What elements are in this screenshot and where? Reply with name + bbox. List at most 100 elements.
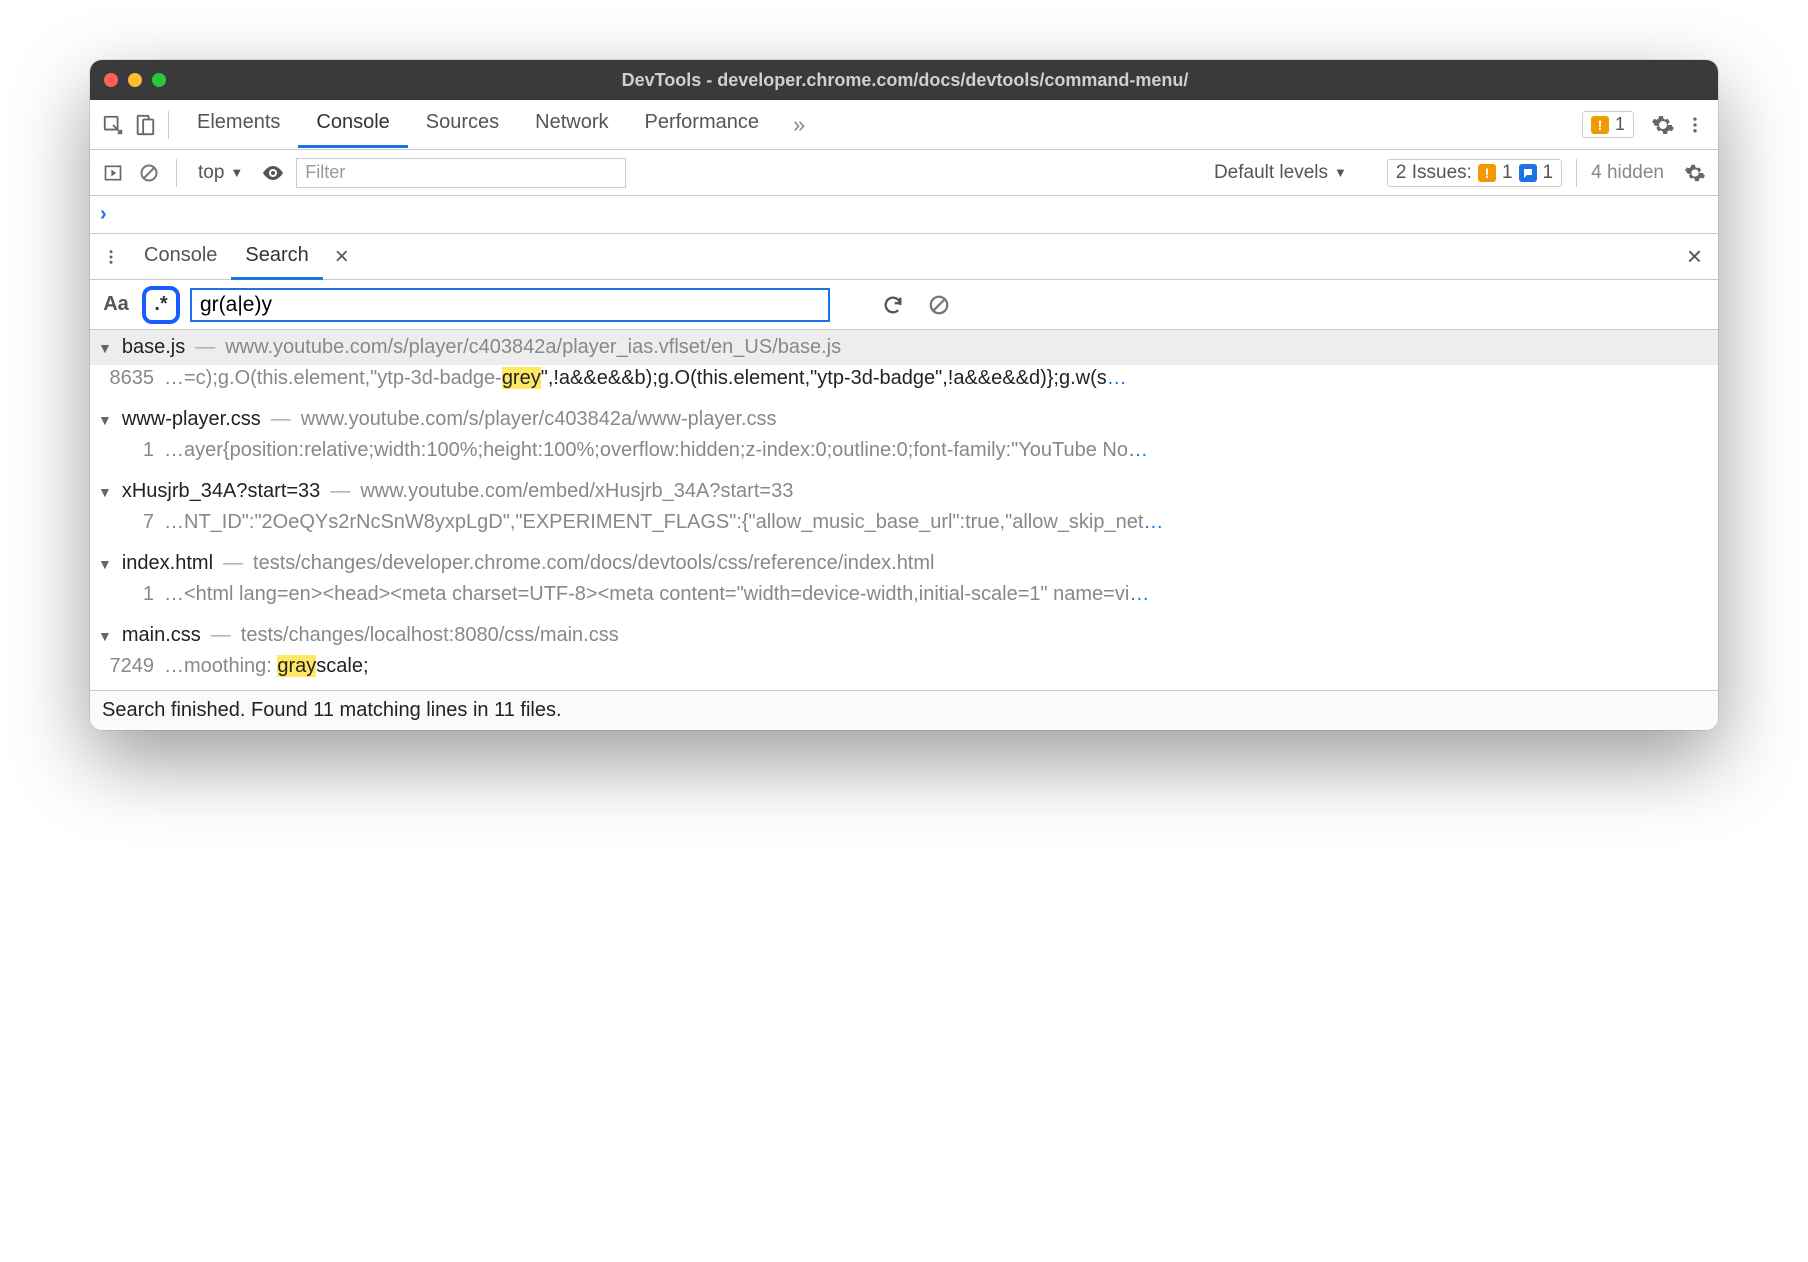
close-search-tab[interactable]: ×: [329, 243, 355, 271]
context-selector[interactable]: top ▼: [191, 159, 250, 187]
clear-console-icon[interactable]: [136, 160, 162, 186]
drawer-tab-search[interactable]: Search: [231, 234, 322, 280]
panel-tabs: ElementsConsoleSourcesNetworkPerformance: [179, 101, 777, 148]
divider: [176, 159, 177, 187]
disclosure-triangle-icon: ▼: [98, 628, 112, 644]
tab-elements[interactable]: Elements: [179, 101, 298, 148]
divider: [168, 111, 169, 139]
result-filepath: www.youtube.com/embed/xHusjrb_34A?start=…: [360, 480, 793, 503]
chevron-down-icon: ▼: [230, 165, 243, 180]
issues-label: 2 Issues:: [1396, 162, 1472, 184]
drawer-kebab-icon[interactable]: [98, 244, 124, 270]
context-label: top: [198, 162, 224, 184]
devtools-window: DevTools - developer.chrome.com/docs/dev…: [90, 60, 1718, 730]
kebab-menu-icon[interactable]: [1682, 112, 1708, 138]
window-title: DevTools - developer.chrome.com/docs/dev…: [166, 70, 1644, 91]
more-tabs-button[interactable]: »: [783, 112, 815, 138]
toggle-sidebar-icon[interactable]: [100, 160, 126, 186]
filter-placeholder: Filter: [305, 162, 345, 183]
issues-count: 1: [1615, 114, 1625, 135]
result-match-row[interactable]: 7249 …moothing: grayscale;: [90, 653, 1718, 690]
match-case-button[interactable]: Aa: [100, 293, 132, 316]
result-file-header[interactable]: ▼ index.html — tests/changes/developer.chro…: [90, 546, 1718, 581]
result-filename: base.js: [122, 336, 185, 359]
result-file-header[interactable]: ▼ base.js — www.youtube.com/s/player/c40384…: [90, 330, 1718, 365]
result-filename: www-player.css: [122, 408, 261, 431]
minimize-window-button[interactable]: [128, 73, 142, 87]
drawer-tab-console[interactable]: Console: [130, 234, 231, 280]
search-toolbar: Aa .*: [90, 280, 1718, 330]
device-toggle-icon[interactable]: [132, 112, 158, 138]
log-levels-selector[interactable]: Default levels ▼: [1214, 162, 1347, 184]
result-filepath: www.youtube.com/s/player/c403842a/player…: [225, 336, 841, 359]
inspect-icon[interactable]: [100, 112, 126, 138]
result-match-row[interactable]: 1 …<html lang=en><head><meta charset=UTF-…: [90, 581, 1718, 618]
chevron-down-icon: ▼: [1334, 165, 1347, 180]
result-filename: xHusjrb_34A?start=33: [122, 480, 320, 503]
separator: —: [330, 480, 350, 503]
main-toolbar: ElementsConsoleSourcesNetworkPerformance…: [90, 100, 1718, 150]
prompt-symbol: ›: [100, 203, 107, 226]
console-prompt[interactable]: ›: [90, 196, 1718, 234]
tab-console[interactable]: Console: [298, 101, 407, 148]
result-filepath: www.youtube.com/s/player/c403842a/www-pl…: [301, 408, 777, 431]
titlebar: DevTools - developer.chrome.com/docs/dev…: [90, 60, 1718, 100]
issues-badge[interactable]: ! 1: [1582, 111, 1634, 138]
search-input[interactable]: [190, 288, 830, 322]
refresh-icon[interactable]: [880, 292, 906, 318]
filter-input[interactable]: Filter: [296, 158, 626, 188]
live-expression-icon[interactable]: [260, 160, 286, 186]
result-match-row[interactable]: 7 …NT_ID":"2OeQYs2rNcSnW8yxpLgD","EXPERIM…: [90, 509, 1718, 546]
result-match-row[interactable]: 8635 …=c);g.O(this.element,"ytp-3d-badge-…: [90, 365, 1718, 402]
line-number: 1: [102, 439, 154, 462]
match-code: …ayer{position:relative;width:100%;heigh…: [164, 439, 1710, 462]
warning-icon: !: [1478, 164, 1496, 182]
tab-sources[interactable]: Sources: [408, 101, 517, 148]
result-match-row[interactable]: 1 …ayer{position:relative;width:100%;heig…: [90, 437, 1718, 474]
info-count: 1: [1543, 162, 1554, 184]
line-number: 1: [102, 583, 154, 606]
issues-pill[interactable]: 2 Issues: ! 1 1: [1387, 159, 1562, 187]
match-code: …NT_ID":"2OeQYs2rNcSnW8yxpLgD","EXPERIME…: [164, 511, 1710, 534]
levels-label: Default levels: [1214, 162, 1328, 184]
divider: [1576, 159, 1577, 187]
result-file-header[interactable]: ▼main.css—tests/changes/localhost:8080/c…: [90, 618, 1718, 653]
separator: —: [271, 408, 291, 431]
result-filename: main.css: [122, 624, 201, 647]
separator: —: [223, 552, 243, 575]
search-status: Search finished. Found 11 matching lines…: [90, 690, 1718, 730]
window-controls: [104, 73, 166, 87]
drawer-tabs: ConsoleSearch × ×: [90, 234, 1718, 280]
disclosure-triangle-icon: ▼: [98, 484, 112, 500]
match-code: …<html lang=en><head><meta charset=UTF-8…: [164, 583, 1710, 606]
console-toolbar: top ▼ Filter Default levels ▼ 2 Issues: …: [90, 150, 1718, 196]
separator: —: [195, 336, 215, 359]
tab-network[interactable]: Network: [517, 101, 626, 148]
disclosure-triangle-icon: ▼: [98, 412, 112, 428]
result-file-header[interactable]: ▼ www-player.css — www.youtube.com/s/player…: [90, 402, 1718, 437]
line-number: 7249: [102, 655, 154, 678]
match-code: …=c);g.O(this.element,"ytp-3d-badge-grey…: [164, 367, 1710, 390]
maximize-window-button[interactable]: [152, 73, 166, 87]
regex-button[interactable]: .*: [142, 286, 180, 324]
result-filename: index.html: [122, 552, 213, 575]
clear-search-icon[interactable]: [926, 292, 952, 318]
warning-count: 1: [1502, 162, 1513, 184]
hidden-messages[interactable]: 4 hidden: [1591, 162, 1664, 184]
separator: —: [211, 624, 231, 647]
result-filepath: tests/changes/developer.chrome.com/docs/…: [253, 552, 934, 575]
warning-icon: !: [1591, 116, 1609, 134]
disclosure-triangle-icon: ▼: [98, 556, 112, 572]
console-settings-icon[interactable]: [1682, 160, 1708, 186]
info-icon: [1519, 164, 1537, 182]
match-code: …moothing: grayscale;: [164, 655, 1710, 678]
tab-performance[interactable]: Performance: [627, 101, 778, 148]
settings-icon[interactable]: [1650, 112, 1676, 138]
search-results: ▼ base.js — www.youtube.com/s/player/c40384…: [90, 330, 1718, 690]
disclosure-triangle-icon: ▼: [98, 340, 112, 356]
close-window-button[interactable]: [104, 73, 118, 87]
close-drawer-button[interactable]: ×: [1679, 241, 1710, 272]
line-number: 8635: [102, 367, 154, 390]
result-file-header[interactable]: ▼ xHusjrb_34A?start=33 — www.youtube.com/em…: [90, 474, 1718, 509]
line-number: 7: [102, 511, 154, 534]
